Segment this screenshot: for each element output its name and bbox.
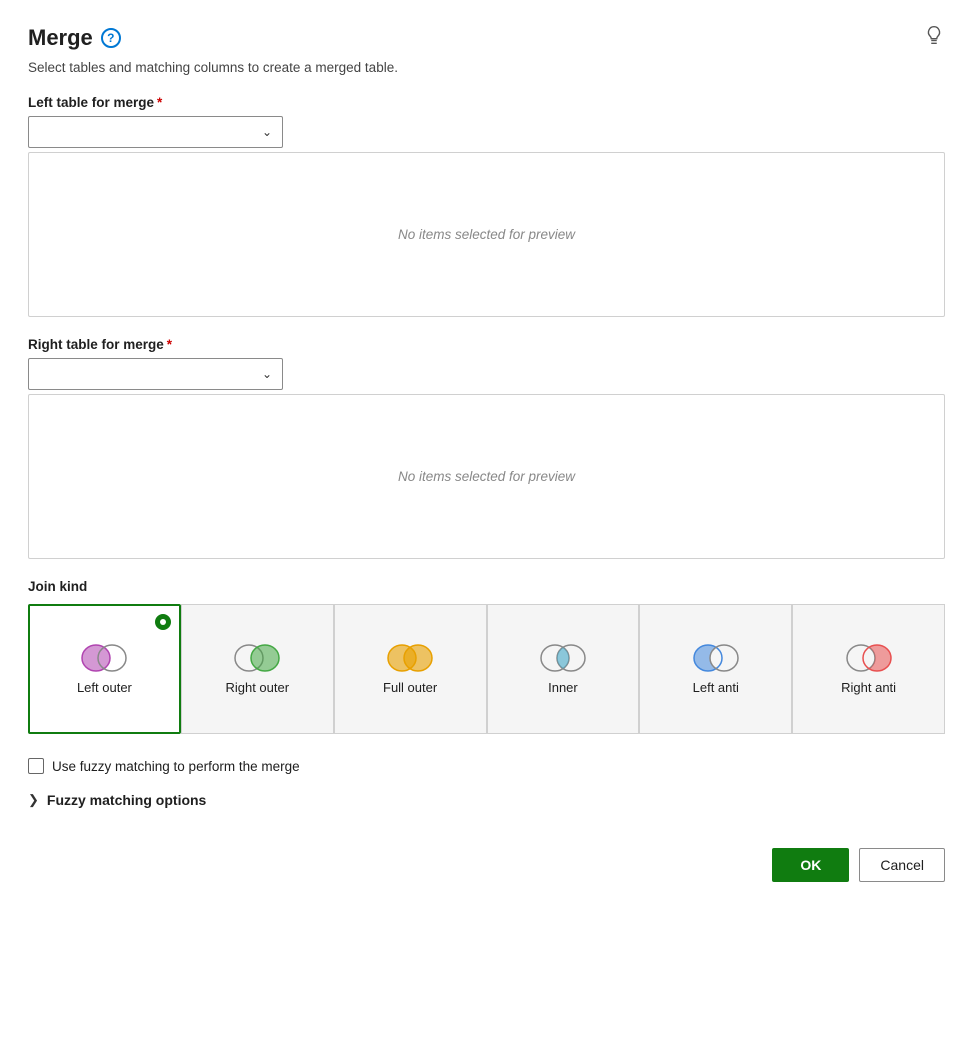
- join-option-right-anti[interactable]: Right anti: [792, 604, 945, 734]
- join-option-full-outer-label: Full outer: [383, 680, 437, 697]
- right-table-chevron-icon: ⌄: [262, 367, 272, 381]
- fuzzy-checkbox-row: Use fuzzy matching to perform the merge: [28, 758, 945, 774]
- page-title: Merge: [28, 25, 93, 51]
- join-option-right-anti-label: Right anti: [841, 680, 896, 697]
- join-option-left-outer[interactable]: Left outer: [28, 604, 181, 734]
- join-option-left-anti[interactable]: Left anti: [639, 604, 792, 734]
- left-table-label: Left table for merge*: [28, 95, 945, 110]
- footer: OK Cancel: [28, 848, 945, 882]
- fuzzy-options-label: Fuzzy matching options: [47, 792, 206, 808]
- fuzzy-checkbox-label: Use fuzzy matching to perform the merge: [52, 759, 300, 774]
- inner-icon: [537, 642, 589, 674]
- right-table-dropdown[interactable]: ⌄: [28, 358, 283, 390]
- join-option-right-outer[interactable]: Right outer: [181, 604, 334, 734]
- help-icon[interactable]: ?: [101, 28, 121, 48]
- join-option-inner-label: Inner: [548, 680, 578, 697]
- fuzzy-matching-options-row[interactable]: ❯ Fuzzy matching options: [28, 792, 945, 808]
- join-option-full-outer[interactable]: Full outer: [334, 604, 487, 734]
- join-kind-label: Join kind: [28, 579, 945, 594]
- left-table-required: *: [157, 95, 162, 110]
- right-anti-icon: [843, 642, 895, 674]
- left-anti-icon: [690, 642, 742, 674]
- left-table-chevron-icon: ⌄: [262, 125, 272, 139]
- ok-button[interactable]: OK: [772, 848, 849, 882]
- right-table-label: Right table for merge*: [28, 337, 945, 352]
- right-table-required: *: [167, 337, 172, 352]
- left-table-dropdown[interactable]: ⌄: [28, 116, 283, 148]
- join-option-left-outer-label: Left outer: [77, 680, 132, 697]
- dialog-header: Merge ?: [28, 24, 945, 52]
- lightbulb-icon[interactable]: [923, 24, 945, 52]
- selected-indicator: [155, 614, 171, 630]
- join-option-left-anti-label: Left anti: [693, 680, 739, 697]
- left-table-preview: No items selected for preview: [28, 152, 945, 317]
- chevron-right-icon: ❯: [28, 792, 39, 808]
- right-outer-icon: [231, 642, 283, 674]
- subtitle: Select tables and matching columns to cr…: [28, 60, 945, 75]
- fuzzy-checkbox[interactable]: [28, 758, 44, 774]
- cancel-button[interactable]: Cancel: [859, 848, 945, 882]
- right-table-preview: No items selected for preview: [28, 394, 945, 559]
- left-outer-icon: [78, 642, 130, 674]
- full-outer-icon: [384, 642, 436, 674]
- join-kind-options: Left outer Right outer Full outer Inner: [28, 604, 945, 734]
- join-option-right-outer-label: Right outer: [225, 680, 289, 697]
- join-option-inner[interactable]: Inner: [487, 604, 640, 734]
